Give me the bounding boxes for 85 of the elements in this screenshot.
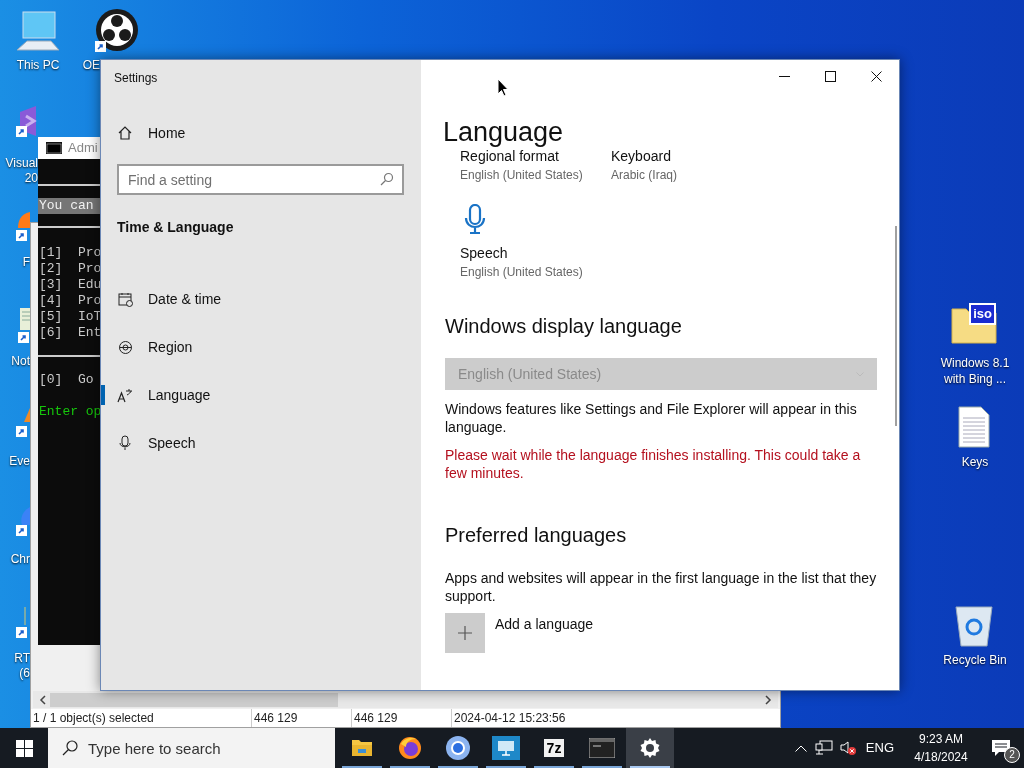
console-text: [5] IoT bbox=[38, 309, 100, 325]
language-indicator[interactable]: ENG bbox=[865, 738, 894, 758]
section-heading: Windows display language bbox=[445, 314, 683, 339]
console-text: [3] Edu bbox=[38, 277, 100, 293]
icon-label: Not bbox=[10, 354, 30, 369]
microphone-icon[interactable] bbox=[464, 204, 486, 234]
search-icon[interactable] bbox=[380, 172, 394, 186]
nav-item[interactable]: Date & time bbox=[101, 275, 421, 323]
console-text: You can bbox=[38, 198, 100, 214]
tile-title[interactable]: Keyboard bbox=[611, 146, 761, 166]
shortcut-icon[interactable] bbox=[16, 605, 30, 639]
scrollbar[interactable] bbox=[33, 691, 778, 708]
warning-text: Please wait while the language finishes installing. This could take a few minutes. bbox=[445, 446, 862, 482]
section-heading: Time & Language bbox=[117, 218, 235, 237]
browser-icon[interactable] bbox=[16, 505, 30, 537]
scrollbar[interactable] bbox=[895, 226, 897, 426]
mouse-pointer-icon bbox=[497, 78, 509, 97]
shortcut-icon[interactable] bbox=[16, 408, 30, 438]
nav-item[interactable]: Region bbox=[101, 323, 421, 371]
clock[interactable]: 9:23 AM 4/18/2024 bbox=[906, 730, 976, 766]
home-icon bbox=[117, 125, 133, 141]
console-text: [0] Go bbox=[38, 372, 95, 388]
window-title: Admi bbox=[68, 139, 98, 158]
icon-label: This PC bbox=[15, 58, 61, 73]
section-heading: Preferred languages bbox=[445, 523, 628, 548]
microphone-icon bbox=[117, 435, 133, 451]
console-text: Enter op bbox=[38, 404, 100, 420]
folder-icon bbox=[351, 738, 373, 758]
tile-title[interactable]: Regional format bbox=[460, 146, 611, 166]
remote-desktop-icon bbox=[492, 736, 520, 760]
window-title: Settings bbox=[114, 70, 159, 87]
scroll-right-icon[interactable] bbox=[764, 694, 772, 705]
status-cell: 2024-04-12 15:23:56 bbox=[451, 709, 771, 727]
taskbar-app-button[interactable]: 7z bbox=[530, 728, 578, 768]
browser-icon bbox=[445, 735, 471, 761]
taskbar-app-button[interactable] bbox=[626, 728, 674, 768]
icon-label: Eve bbox=[8, 454, 30, 469]
console-text: [6] Ent bbox=[38, 325, 100, 341]
globe-icon bbox=[117, 339, 133, 355]
nav-item[interactable]: Speech bbox=[101, 419, 421, 467]
description-text: Windows features like Settings and File Explorer will appear in this language. bbox=[445, 400, 858, 436]
console-icon bbox=[589, 738, 615, 758]
icon-label: RT (6 bbox=[13, 651, 30, 681]
status-cell: 446 129 bbox=[351, 709, 451, 727]
home-link[interactable]: Home bbox=[117, 121, 421, 145]
tile-value: English (United States) bbox=[460, 167, 584, 184]
search-icon bbox=[62, 740, 78, 756]
taskbar-search-field[interactable]: Type here to search bbox=[48, 728, 335, 768]
tile-title[interactable]: Speech bbox=[460, 243, 611, 263]
language-icon bbox=[117, 387, 133, 403]
icon-label: OE bbox=[81, 58, 100, 73]
maximize-icon bbox=[824, 70, 836, 82]
page-title: Language bbox=[443, 116, 565, 149]
tile-value: English (United States) bbox=[460, 264, 584, 281]
icon-label: Recycle Bin bbox=[942, 652, 1008, 668]
status-cell: 446 129 bbox=[251, 709, 351, 727]
icon-label: Visual 20 bbox=[4, 156, 38, 186]
settings-icon bbox=[639, 737, 661, 759]
icon-label: F bbox=[21, 255, 30, 270]
scrollbar-thumb[interactable] bbox=[50, 692, 338, 707]
windows-logo-icon bbox=[15, 739, 33, 757]
status-cell-text: 1 / 1 object(s) selected bbox=[32, 710, 155, 727]
console-text: [4] Pro bbox=[38, 293, 100, 309]
console-text: [1] Pro bbox=[38, 245, 100, 261]
browser-icon[interactable] bbox=[16, 212, 30, 242]
nav-item[interactable]: Language bbox=[101, 371, 421, 419]
visual-studio-icon[interactable] bbox=[16, 104, 38, 138]
icon-label: Windows 8.1 with Bing ... bbox=[939, 355, 1011, 387]
browser-icon bbox=[398, 736, 422, 760]
close-icon bbox=[870, 70, 882, 82]
search-field[interactable]: Find a setting bbox=[117, 164, 404, 195]
notepad-icon[interactable] bbox=[18, 308, 30, 344]
obs-logo-icon[interactable] bbox=[95, 8, 139, 52]
tile-value: Arabic (Iraq) bbox=[611, 167, 679, 184]
console-text: [2] Pro bbox=[38, 261, 100, 277]
document-icon[interactable] bbox=[957, 406, 991, 448]
recycle-bin-icon[interactable] bbox=[954, 603, 994, 647]
description-text: Apps and websites will appear in the first language in the list that they support. bbox=[445, 569, 877, 605]
icon-label: Keys bbox=[960, 454, 990, 470]
scroll-left-icon[interactable] bbox=[39, 694, 47, 705]
add-language-button[interactable]: Add a language bbox=[495, 614, 594, 634]
console-icon bbox=[46, 142, 62, 154]
computer-icon[interactable] bbox=[15, 10, 61, 54]
icon-label: Chr bbox=[9, 552, 30, 567]
calendar-icon bbox=[117, 291, 133, 307]
